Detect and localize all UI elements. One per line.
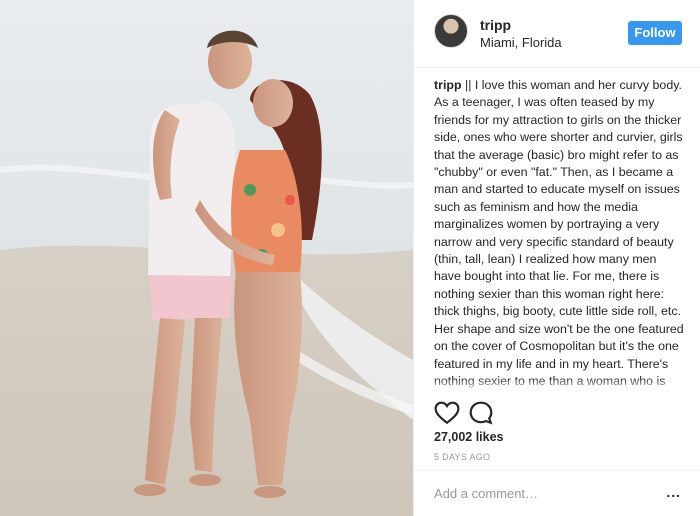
caption-fade: [434, 378, 684, 394]
like-count[interactable]: 27,002 likes: [434, 430, 504, 444]
beach-couple-image: [0, 0, 413, 516]
caption: tripp || I love this woman and her curvy…: [434, 77, 684, 393]
heart-icon[interactable]: [434, 400, 460, 426]
comment-icon[interactable]: [468, 400, 494, 426]
caption-username[interactable]: tripp: [434, 78, 462, 92]
avatar[interactable]: [434, 14, 468, 48]
comment-input[interactable]: Add a comment…: [434, 486, 538, 501]
post-timestamp[interactable]: 5 DAYS AGO: [434, 452, 490, 462]
username-link[interactable]: tripp: [480, 17, 511, 33]
post-header: tripp Miami, Florida Follow: [414, 0, 700, 68]
post-sidebar: tripp Miami, Florida Follow tripp || I l…: [413, 0, 700, 516]
post-photo[interactable]: [0, 0, 413, 516]
comment-bar: Add a comment… ...: [414, 470, 700, 516]
more-options-icon[interactable]: ...: [666, 484, 681, 500]
follow-button[interactable]: Follow: [628, 21, 682, 45]
location-link[interactable]: Miami, Florida: [480, 35, 562, 50]
caption-text: || I love this woman and her curvy body.…: [434, 78, 684, 393]
